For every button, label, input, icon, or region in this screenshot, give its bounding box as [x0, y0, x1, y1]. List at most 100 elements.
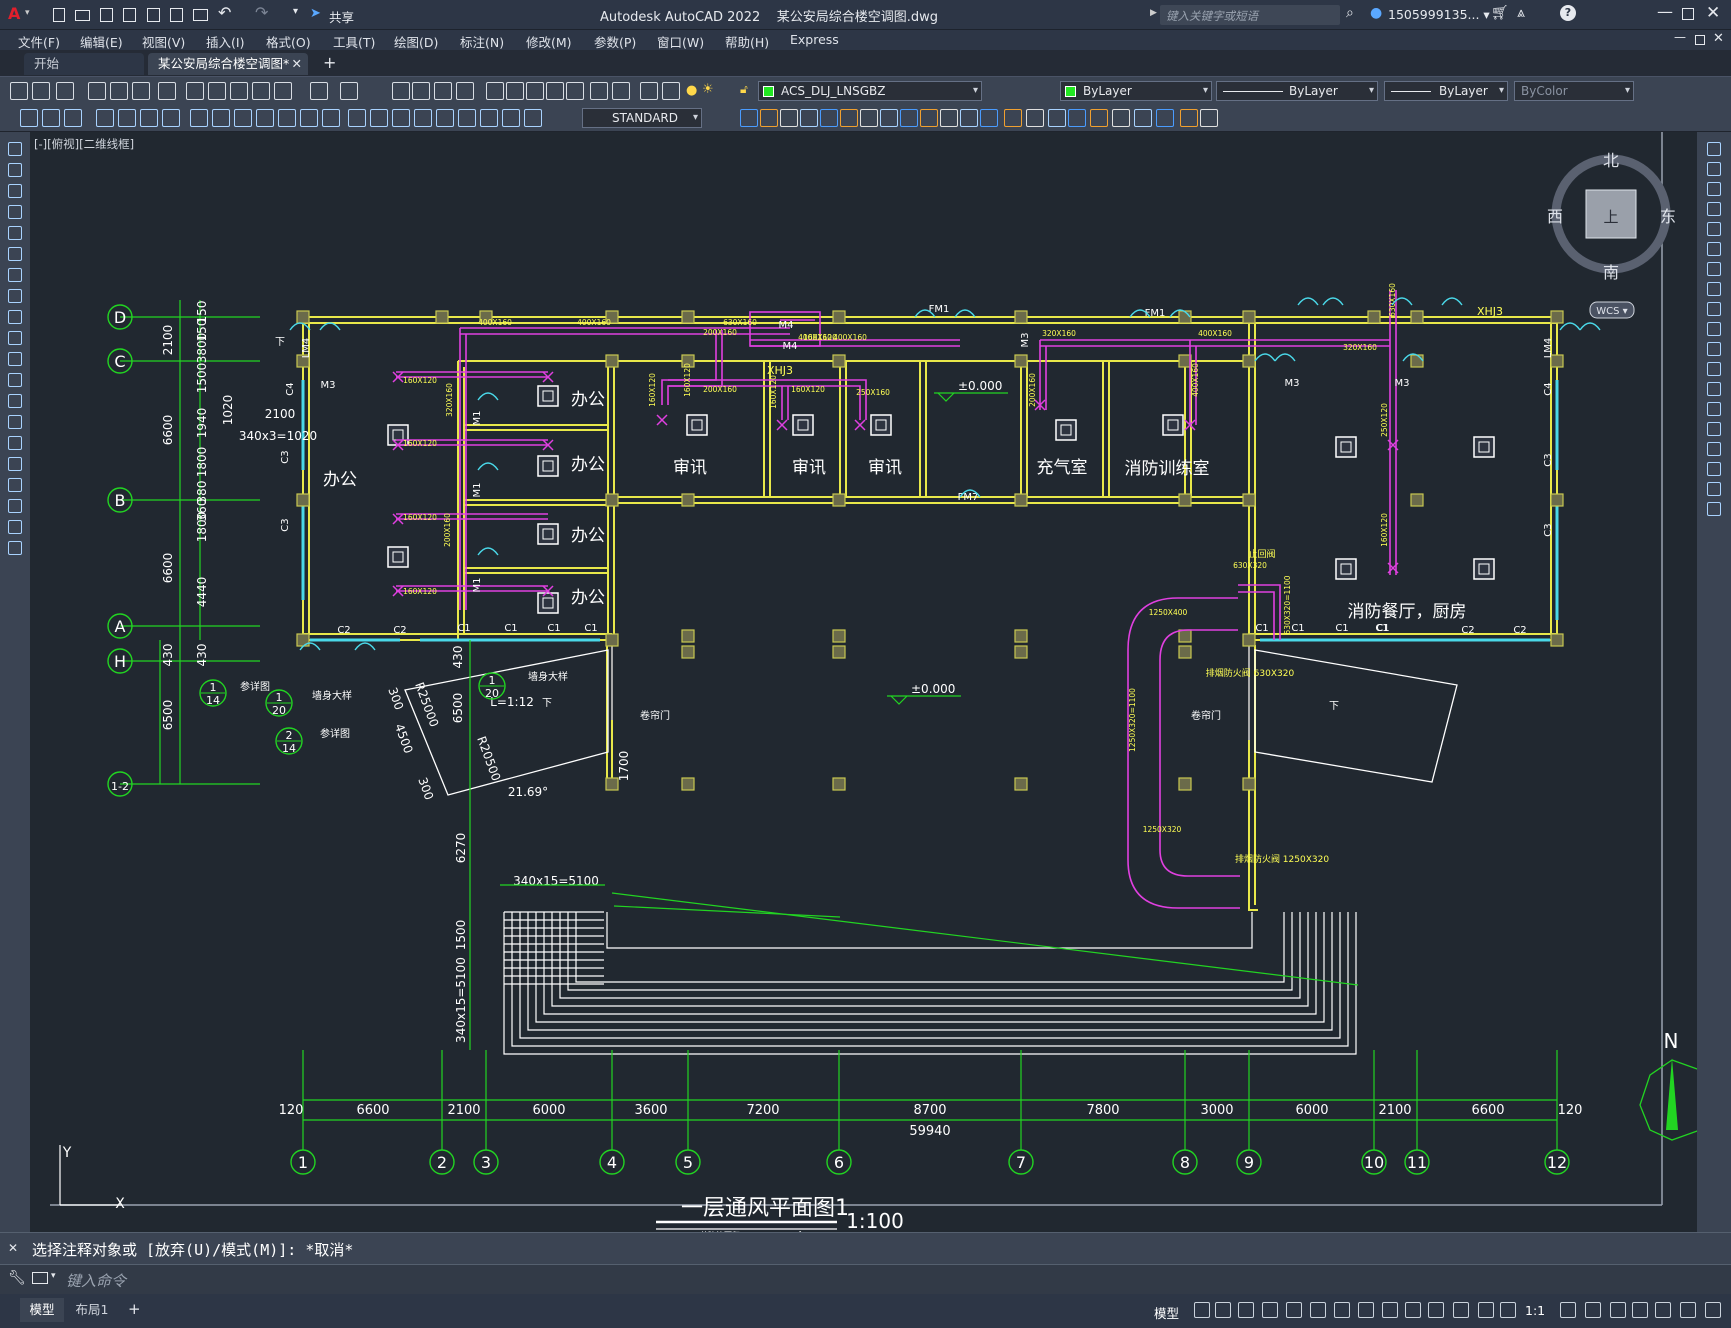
- modify-tool-icon[interactable]: [1707, 282, 1721, 296]
- autodesk-app-icon[interactable]: ⩓: [1517, 5, 1525, 21]
- standard-tool-icon[interactable]: [158, 82, 176, 100]
- standard-tool-icon[interactable]: [10, 82, 28, 100]
- draw-tool-icon[interactable]: [8, 310, 22, 324]
- autocad-logo-icon[interactable]: A: [8, 4, 20, 23]
- modify-tool-icon[interactable]: [880, 109, 898, 127]
- dimension-tool-icon[interactable]: [392, 109, 410, 127]
- command-prompt-chevron-icon[interactable]: ▾: [51, 1271, 56, 1281]
- standard-tool-icon[interactable]: [230, 82, 248, 100]
- menu-file[interactable]: 文件(F): [18, 32, 60, 51]
- standard-tool-icon[interactable]: [56, 82, 74, 100]
- draw-tool-icon[interactable]: [8, 205, 22, 219]
- standard-tool-icon[interactable]: [88, 82, 106, 100]
- model-space-button[interactable]: 模型: [1154, 1303, 1179, 1322]
- draw-tool-icon[interactable]: [8, 352, 22, 366]
- layer-state-icon[interactable]: ●: [686, 83, 697, 98]
- menu-modify[interactable]: 修改(M): [526, 32, 572, 51]
- help-icon[interactable]: ?: [1560, 5, 1576, 21]
- draw-tool-icon[interactable]: [8, 226, 22, 240]
- tab-close-icon[interactable]: ✕: [292, 53, 302, 75]
- customize-qat-icon[interactable]: ▾: [293, 6, 298, 17]
- modify-tool-icon[interactable]: [1090, 109, 1108, 127]
- status-toggle-icon[interactable]: [1358, 1302, 1374, 1318]
- modify-tool-icon[interactable]: [1180, 109, 1198, 127]
- status-toggle-icon[interactable]: [1655, 1302, 1671, 1318]
- status-toggle-icon[interactable]: [1286, 1302, 1302, 1318]
- search-icon[interactable]: ⌕: [1346, 5, 1354, 21]
- dimension-tool-icon[interactable]: [348, 109, 366, 127]
- new-icon[interactable]: [53, 8, 65, 22]
- status-toggle-icon[interactable]: [1610, 1302, 1626, 1318]
- draw-tool-icon[interactable]: [8, 247, 22, 261]
- draw-tool-icon[interactable]: [8, 478, 22, 492]
- status-toggle-icon[interactable]: [1478, 1302, 1494, 1318]
- dimension-tool-icon[interactable]: [212, 109, 230, 127]
- command-close-icon[interactable]: ✕: [8, 1241, 18, 1255]
- modify-tool-icon[interactable]: [780, 109, 798, 127]
- new-tab-button[interactable]: +: [323, 53, 336, 72]
- plot-icon[interactable]: [193, 9, 208, 21]
- dimension-tool-icon[interactable]: [64, 109, 82, 127]
- dimension-tool-icon[interactable]: [256, 109, 274, 127]
- modify-tool-icon[interactable]: [1707, 222, 1721, 236]
- tab-drawing[interactable]: 某公安局综合楼空调图* ✕: [148, 53, 308, 75]
- share-button[interactable]: 共享: [329, 7, 354, 26]
- draw-tool-icon[interactable]: [8, 457, 22, 471]
- draw-tool-icon[interactable]: [8, 541, 22, 555]
- textstyle-dropdown[interactable]: STANDARD ▾: [582, 108, 702, 128]
- modify-tool-icon[interactable]: [1707, 322, 1721, 336]
- share-icon[interactable]: ➤: [310, 6, 321, 21]
- dimension-tool-icon[interactable]: [162, 109, 180, 127]
- modify-tool-icon[interactable]: [1707, 462, 1721, 476]
- modify-tool-icon[interactable]: [760, 109, 778, 127]
- modify-tool-icon[interactable]: [1707, 142, 1721, 156]
- status-toggle-icon[interactable]: [1705, 1302, 1721, 1318]
- new-layout-button[interactable]: +: [128, 1300, 141, 1318]
- status-toggle-icon[interactable]: [1262, 1302, 1278, 1318]
- redo-icon[interactable]: ↷: [255, 3, 268, 22]
- standard-tool-icon[interactable]: [412, 82, 430, 100]
- dimension-tool-icon[interactable]: [458, 109, 476, 127]
- tab-layout1[interactable]: 布局1: [68, 1298, 116, 1322]
- modify-tool-icon[interactable]: [920, 109, 938, 127]
- dimension-tool-icon[interactable]: [234, 109, 252, 127]
- status-toggle-icon[interactable]: [1194, 1302, 1210, 1318]
- status-toggle-icon[interactable]: [1680, 1302, 1696, 1318]
- dimension-tool-icon[interactable]: [502, 109, 520, 127]
- search-expand-icon[interactable]: ▶: [1150, 8, 1157, 18]
- modify-tool-icon[interactable]: [1134, 109, 1152, 127]
- minimize-icon[interactable]: —: [1657, 2, 1673, 21]
- modify-tool-icon[interactable]: [800, 109, 818, 127]
- modify-tool-icon[interactable]: [940, 109, 958, 127]
- modify-tool-icon[interactable]: [1707, 302, 1721, 316]
- standard-tool-icon[interactable]: [434, 82, 452, 100]
- modify-tool-icon[interactable]: [1707, 502, 1721, 516]
- draw-tool-icon[interactable]: [8, 499, 22, 513]
- close-icon[interactable]: ✕: [1706, 3, 1720, 23]
- dimension-tool-icon[interactable]: [42, 109, 60, 127]
- undo-icon[interactable]: ↶: [218, 3, 231, 22]
- draw-tool-icon[interactable]: [8, 331, 22, 345]
- draw-tool-icon[interactable]: [8, 520, 22, 534]
- tab-start[interactable]: 开始: [24, 53, 144, 75]
- dimension-tool-icon[interactable]: [118, 109, 136, 127]
- modify-tool-icon[interactable]: [1026, 109, 1044, 127]
- status-toggle-icon[interactable]: [1632, 1302, 1648, 1318]
- modify-tool-icon[interactable]: [1156, 109, 1174, 127]
- layer-dropdown[interactable]: ACS_DLJ_LNSGBZ ▾: [758, 81, 982, 101]
- cart-icon[interactable]: 🛒︎: [1491, 5, 1509, 21]
- dimension-tool-icon[interactable]: [322, 109, 340, 127]
- standard-tool-icon[interactable]: [566, 82, 584, 100]
- standard-tool-icon[interactable]: [252, 82, 270, 100]
- status-toggle-icon[interactable]: [1382, 1302, 1398, 1318]
- status-toggle-icon[interactable]: [1334, 1302, 1350, 1318]
- standard-tool-icon[interactable]: [274, 82, 292, 100]
- dimension-tool-icon[interactable]: [370, 109, 388, 127]
- layer-lock-icon[interactable]: 🔓︎: [740, 82, 748, 97]
- modify-tool-icon[interactable]: [1707, 362, 1721, 376]
- modify-tool-icon[interactable]: [1068, 109, 1086, 127]
- web-save-icon[interactable]: [170, 8, 183, 22]
- menu-format[interactable]: 格式(O): [266, 32, 311, 51]
- modify-tool-icon[interactable]: [820, 109, 838, 127]
- menu-dimension[interactable]: 标注(N): [460, 32, 504, 51]
